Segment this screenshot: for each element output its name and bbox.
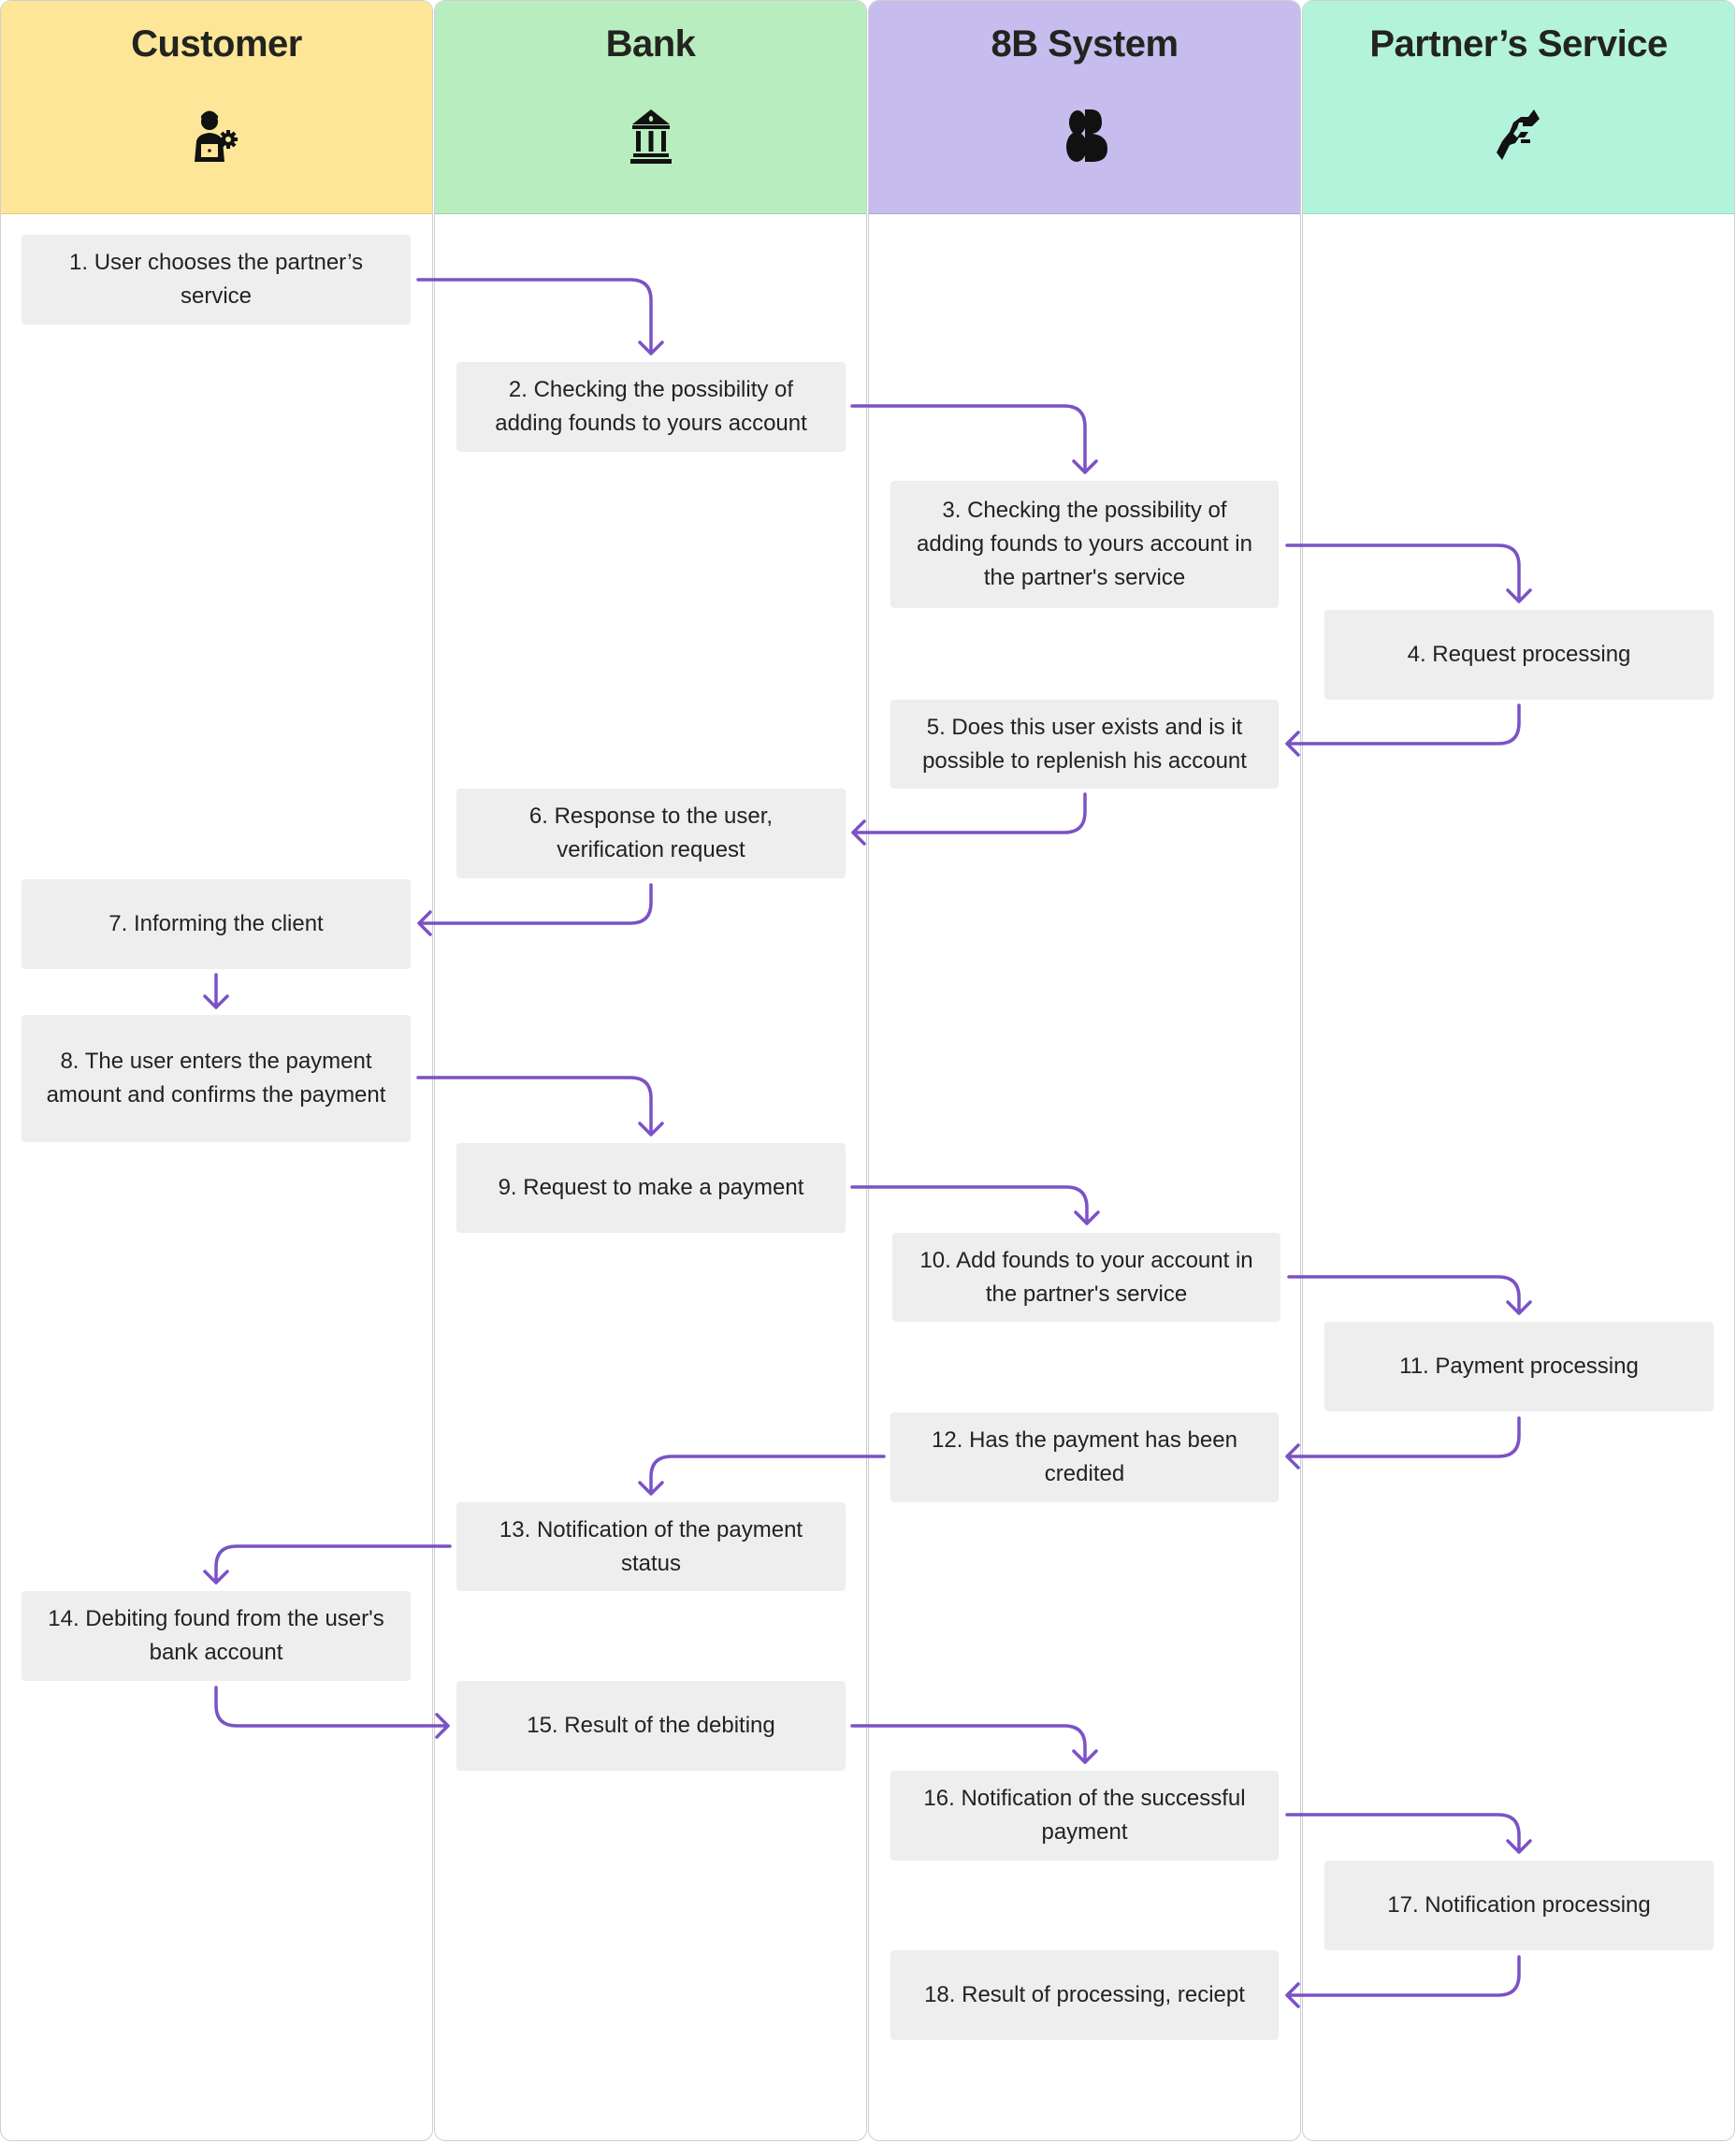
step-11: 11. Payment processing (1324, 1322, 1714, 1412)
lane-title: Partner’s Service (1369, 23, 1668, 65)
lane-header-customer: Customer (1, 1, 432, 214)
lane-header-bank: Bank (435, 1, 866, 214)
step-18: 18. Result of processing, reciept (890, 1950, 1279, 2040)
step-text: 11. Payment processing (1399, 1354, 1639, 1379)
step-10: 10. Add founds to your account in the pa… (892, 1233, 1280, 1322)
step-text: 16. Notification of the successful payme… (923, 1786, 1246, 1845)
step-15: 15. Result of the debiting (456, 1681, 846, 1771)
handshake-hands-icon (1496, 109, 1540, 160)
step-text: 10. Add founds to your account in the pa… (919, 1247, 1253, 1307)
step-14: 14. Debiting found from the user's bank … (22, 1591, 411, 1681)
bank-building-icon (629, 109, 672, 164)
step-1: 1. User chooses the partner’s service (22, 235, 411, 325)
lane-partner: Partner’s Service (1302, 0, 1735, 2141)
step-text: 7. Informing the client (108, 911, 324, 936)
step-text: 3. Checking the possibility of adding fo… (917, 498, 1252, 590)
step-17: 17. Notification processing (1324, 1861, 1714, 1950)
step-text: 14. Debiting found from the user's bank … (48, 1606, 384, 1665)
step-text: 8. The user enters the payment amount an… (46, 1049, 386, 1108)
step-7: 7. Informing the client (22, 879, 411, 969)
step-text: 18. Result of processing, reciept (924, 1982, 1245, 2007)
step-2: 2. Checking the possibility of adding fo… (456, 362, 846, 452)
8b-logo-icon (1065, 109, 1107, 162)
step-6: 6. Response to the user, verification re… (456, 789, 846, 878)
step-text: 17. Notification processing (1387, 1892, 1651, 1918)
lane-bank: Bank (434, 0, 867, 2141)
step-text: 4. Request processing (1407, 642, 1631, 667)
step-13: 13. Notification of the payment status (456, 1502, 846, 1591)
step-12: 12. Has the payment has been credited (890, 1412, 1279, 1502)
lane-title: 8B System (991, 23, 1179, 65)
step-text: 13. Notification of the payment status (499, 1516, 803, 1576)
lane-title: Bank (605, 23, 696, 65)
lane-title: Customer (131, 23, 302, 65)
step-16: 16. Notification of the successful payme… (890, 1771, 1279, 1861)
lane-header-partner: Partner’s Service (1303, 1, 1734, 214)
step-9: 9. Request to make a payment (456, 1143, 846, 1233)
step-text: 5. Does this user exists and is it possi… (922, 714, 1247, 774)
user-laptop-gear-icon (194, 110, 238, 162)
step-8: 8. The user enters the payment amount an… (22, 1015, 411, 1142)
step-4: 4. Request processing (1324, 610, 1714, 700)
step-3: 3. Checking the possibility of adding fo… (890, 481, 1279, 608)
step-text: 1. User chooses the partner’s service (69, 250, 363, 309)
step-text: 9. Request to make a payment (498, 1175, 804, 1200)
step-text: 6. Response to the user, verification re… (528, 804, 774, 862)
step-text: 2. Checking the possibility of adding fo… (495, 377, 807, 436)
step-5: 5. Does this user exists and is it possi… (890, 700, 1279, 789)
lane-header-system: 8B System (869, 1, 1300, 214)
step-text: 15. Result of the debiting (527, 1713, 775, 1738)
step-text: 12. Has the payment has been credited (932, 1427, 1237, 1486)
